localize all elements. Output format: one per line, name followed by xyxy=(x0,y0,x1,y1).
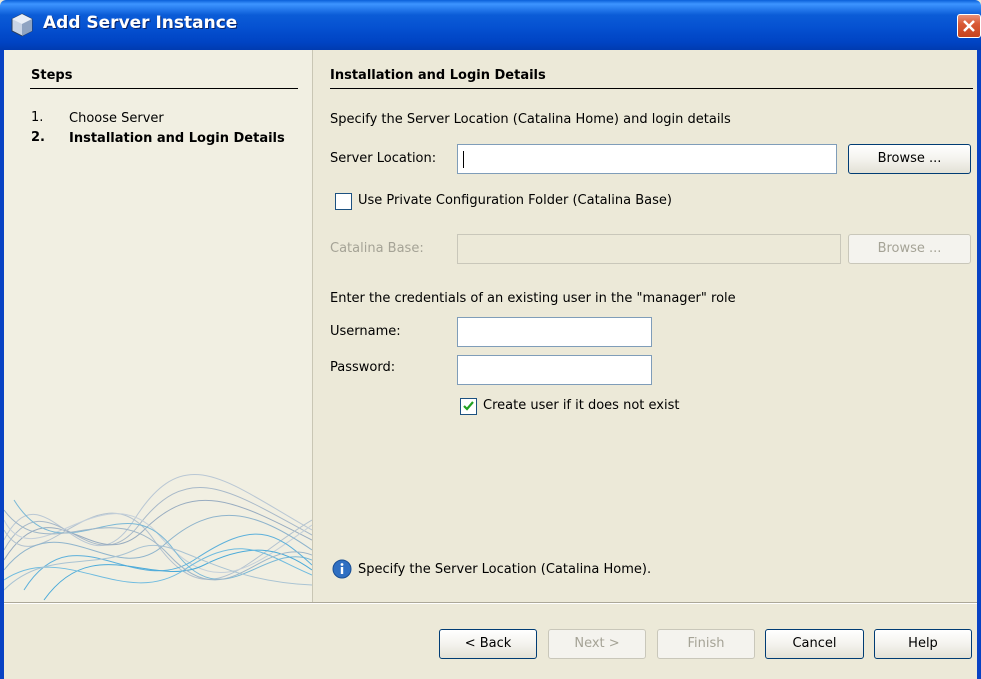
back-button[interactable]: < Back xyxy=(439,629,537,659)
close-icon xyxy=(963,20,975,32)
finish-button[interactable]: Finish xyxy=(657,629,755,659)
server-location-label: Server Location: xyxy=(330,151,437,166)
step-label: Installation and Login Details xyxy=(69,131,285,146)
window-title: Add Server Instance xyxy=(43,13,238,33)
button-bar: < Back Next > Finish Cancel Help xyxy=(4,602,977,679)
steps-title: Steps xyxy=(31,68,73,83)
step-number: 2. xyxy=(31,130,45,145)
steps-divider xyxy=(30,88,298,89)
info-message: Specify the Server Location (Catalina Ho… xyxy=(358,562,652,577)
server-location-input[interactable] xyxy=(457,144,837,174)
use-private-config-checkbox[interactable] xyxy=(335,193,352,210)
next-button[interactable]: Next > xyxy=(548,629,646,659)
wave-graphic xyxy=(4,474,312,601)
bottom-divider-highlight xyxy=(4,603,977,604)
window-frame-right xyxy=(977,50,981,679)
step-label: Choose Server xyxy=(69,111,164,126)
create-user-label[interactable]: Create user if it does not exist xyxy=(483,398,679,413)
password-input[interactable] xyxy=(457,355,652,385)
intro-text: Specify the Server Location (Catalina Ho… xyxy=(330,112,731,127)
step-number: 1. xyxy=(31,110,44,125)
cube-icon xyxy=(11,13,33,37)
close-button[interactable] xyxy=(957,14,981,38)
catalina-base-input[interactable] xyxy=(457,234,841,264)
browse-catalina-base-button[interactable]: Browse ... xyxy=(848,234,971,264)
help-button[interactable]: Help xyxy=(874,629,972,659)
title-bar[interactable]: Add Server Instance xyxy=(0,0,981,50)
checkmark-icon xyxy=(463,401,474,411)
cancel-button[interactable]: Cancel xyxy=(765,629,864,659)
username-input[interactable] xyxy=(457,317,652,347)
create-user-checkbox[interactable] xyxy=(460,398,477,415)
catalina-base-label: Catalina Base: xyxy=(330,241,424,256)
password-label: Password: xyxy=(330,360,396,375)
credentials-text: Enter the credentials of an existing use… xyxy=(330,291,736,306)
add-server-instance-dialog: Add Server Instance Steps 1. Choose Serv… xyxy=(0,0,981,679)
steps-panel: Steps 1. Choose Server 2. Installation a… xyxy=(4,50,312,602)
use-private-config-label[interactable]: Use Private Configuration Folder (Catali… xyxy=(358,193,672,208)
section-divider xyxy=(330,88,973,89)
browse-server-location-button[interactable]: Browse ... xyxy=(848,144,971,174)
username-label: Username: xyxy=(330,324,401,339)
section-title: Installation and Login Details xyxy=(330,68,546,83)
content-panel: Installation and Login Details Specify t… xyxy=(313,50,977,602)
text-caret xyxy=(463,151,464,168)
info-icon xyxy=(332,559,352,579)
